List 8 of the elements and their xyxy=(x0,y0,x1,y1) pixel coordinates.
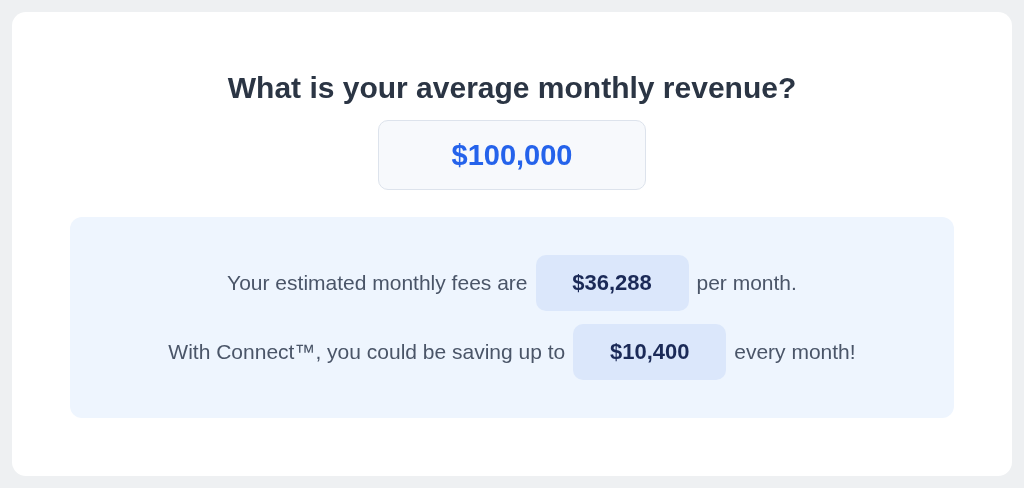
amount-value: $10,400 xyxy=(573,324,727,380)
result-text: per month. xyxy=(696,271,797,295)
question-heading: What is your average monthly revenue? xyxy=(227,70,797,106)
result-text: Your estimated monthly fees are xyxy=(227,271,528,295)
revenue-input-field[interactable]: $100,000 xyxy=(378,120,646,190)
amount-value: $36,288 xyxy=(535,255,689,311)
result-text: every month! xyxy=(734,340,856,364)
result-text: With Connect™, you could be saving up to xyxy=(168,340,566,364)
